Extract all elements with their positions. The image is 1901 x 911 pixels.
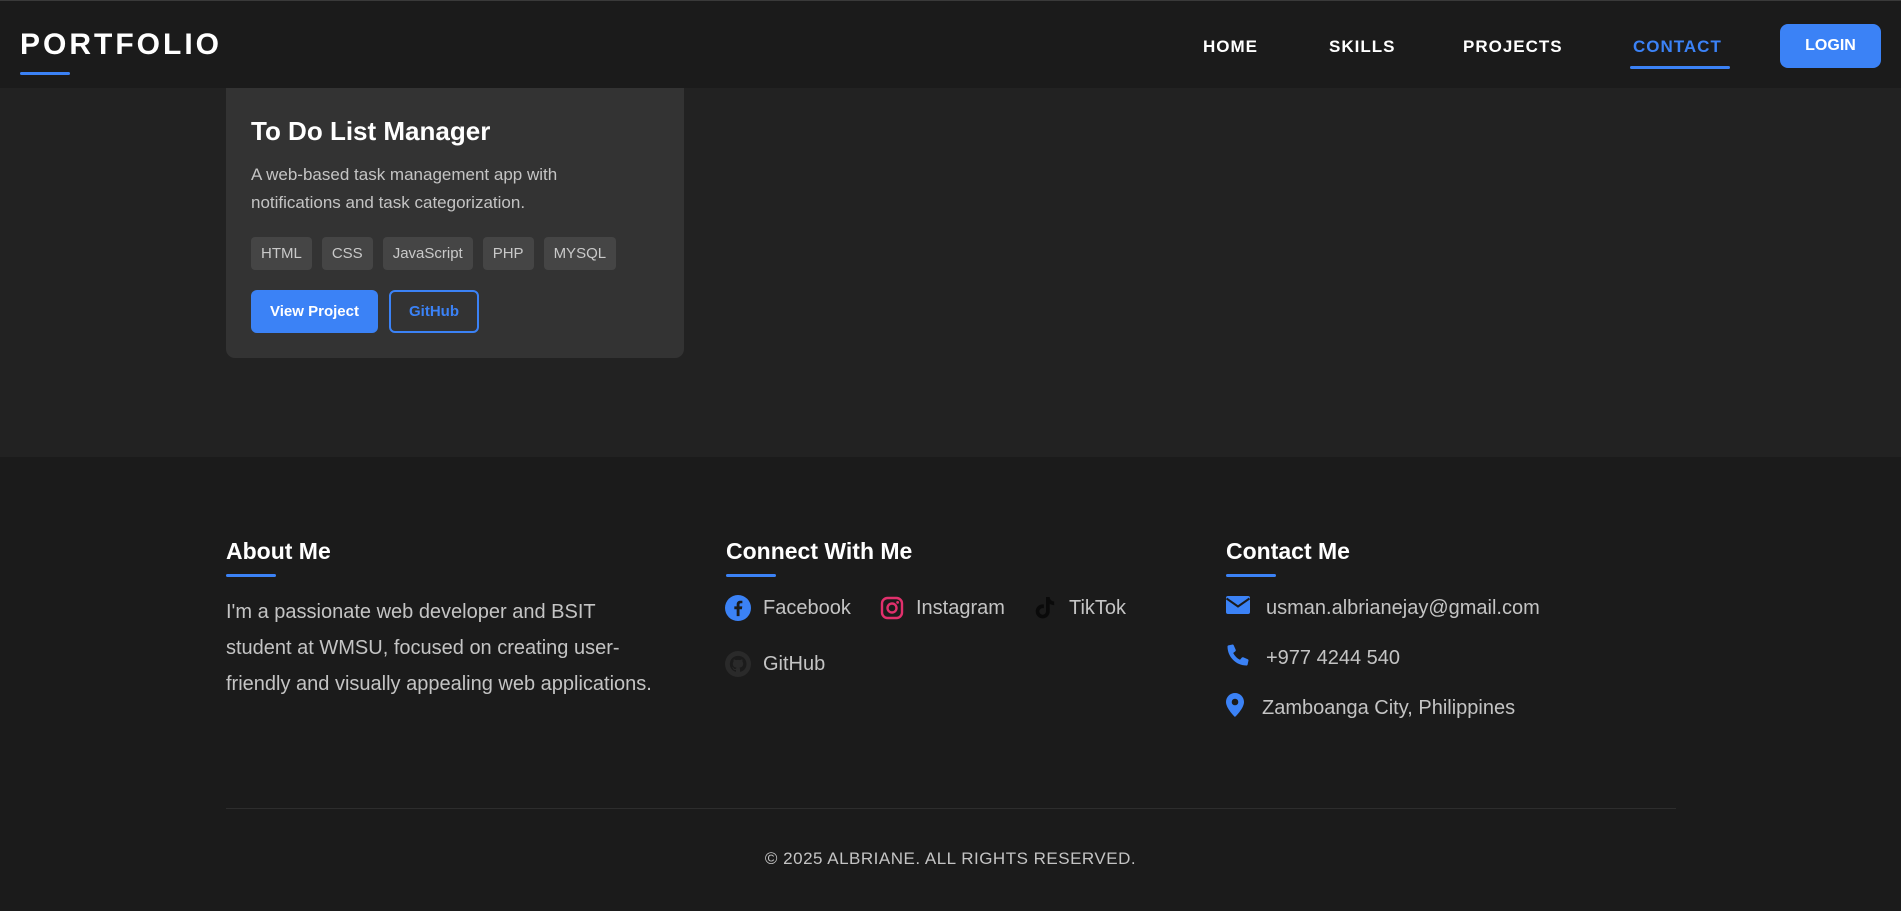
social-link-tiktok[interactable]: TikTok: [1033, 594, 1126, 622]
copyright: © 2025 ALBRIANE. ALL RIGHTS RESERVED.: [764, 849, 1137, 868]
social-label: Instagram: [916, 596, 1005, 619]
navbar: PORTFOLIO HOME SKILLS PROJECTS CONTACT L…: [0, 0, 1901, 88]
project-description: A web-based task management app with not…: [251, 165, 558, 212]
github-icon: [725, 651, 751, 677]
nav-home[interactable]: HOME: [1203, 36, 1258, 58]
contact-location-row: Zamboanga City, Philippines: [1226, 693, 1516, 723]
contact-underline: [1226, 574, 1276, 577]
login-button[interactable]: LOGIN: [1780, 24, 1881, 68]
tag: JavaScript: [382, 237, 473, 270]
social-label: GitHub: [763, 652, 826, 675]
tag: PHP: [482, 237, 534, 270]
nav-projects[interactable]: PROJECTS: [1463, 36, 1563, 58]
contact-email[interactable]: usman.albrianejay@gmail.com: [1266, 597, 1540, 620]
project-title: To Do List Manager: [251, 116, 491, 146]
contact-phone-row: +977 4244 540: [1226, 644, 1400, 672]
tag: HTML: [251, 237, 312, 270]
facebook-icon: [725, 595, 751, 621]
contact-email-row: usman.albrianejay@gmail.com: [1225, 594, 1540, 622]
envelope-icon: [1225, 595, 1266, 621]
map-pin-icon: [1226, 693, 1262, 723]
nav-skills[interactable]: SKILLS: [1329, 36, 1395, 58]
connect-underline: [726, 574, 776, 577]
tag: MYSQL: [543, 237, 617, 270]
social-link-github[interactable]: GitHub: [725, 650, 825, 678]
about-text: I'm a passionate web developer and BSIT …: [226, 601, 652, 695]
nav-active-indicator: [1630, 66, 1730, 69]
about-heading: About Me: [226, 538, 331, 564]
social-link-instagram[interactable]: Instagram: [880, 594, 1005, 622]
phone-icon: [1226, 643, 1266, 673]
social-label: Facebook: [763, 596, 851, 619]
social-label: TikTok: [1069, 596, 1127, 619]
logo-underline: [20, 72, 70, 75]
social-link-facebook[interactable]: Facebook: [725, 594, 851, 622]
footer: About Me I'm a passionate web developer …: [0, 457, 1901, 911]
logo[interactable]: PORTFOLIO: [20, 27, 222, 63]
tiktok-icon: [1033, 595, 1057, 621]
contact-heading: Contact Me: [1226, 538, 1350, 564]
contact-phone[interactable]: +977 4244 540: [1266, 647, 1400, 670]
about-underline: [226, 574, 276, 577]
tag: CSS: [321, 237, 373, 270]
project-card: To Do List Manager A web-based task mana…: [226, 60, 684, 358]
project-tags: HTML CSS JavaScript PHP MYSQL: [251, 237, 617, 270]
nav-contact[interactable]: CONTACT: [1633, 36, 1722, 58]
contact-location: Zamboanga City, Philippines: [1262, 696, 1516, 719]
github-button[interactable]: GitHub: [389, 290, 479, 333]
instagram-icon: [880, 596, 904, 620]
footer-divider: [226, 808, 1676, 809]
connect-heading: Connect With Me: [726, 538, 913, 564]
view-project-button[interactable]: View Project: [251, 290, 378, 333]
